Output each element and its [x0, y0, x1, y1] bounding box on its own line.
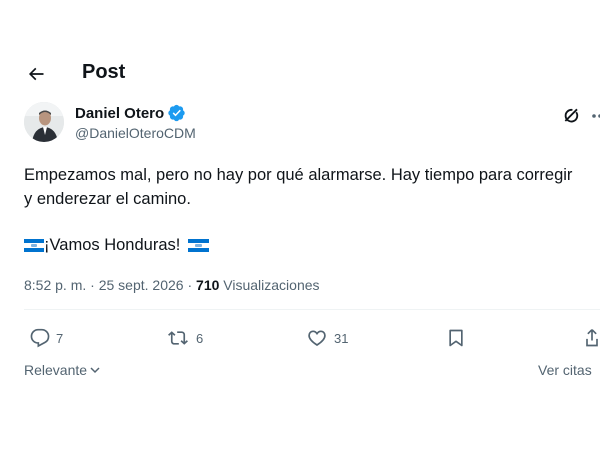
- post-text: Empezamos mal, pero no hay por qué alarm…: [24, 166, 573, 208]
- cheer-text: ¡Vamos Honduras!: [44, 236, 181, 254]
- page-title: Post: [82, 61, 126, 83]
- grok-button[interactable]: [560, 104, 584, 128]
- chevron-down-icon: [90, 367, 100, 374]
- reply-icon: [30, 328, 50, 348]
- views-count: 710: [196, 277, 220, 293]
- like-button[interactable]: 31: [306, 327, 348, 349]
- like-count: 31: [334, 330, 349, 346]
- bookmark-button[interactable]: [446, 327, 466, 349]
- back-button[interactable]: [22, 60, 50, 88]
- avatar-image: [24, 102, 64, 142]
- verified-badge-icon: [168, 104, 185, 122]
- repost-icon: [168, 331, 188, 345]
- divider: [24, 309, 600, 310]
- back-arrow-icon: [28, 67, 44, 81]
- more-icon: [592, 114, 600, 118]
- avatar[interactable]: [24, 102, 64, 142]
- honduras-flag-icon: [188, 238, 210, 252]
- view-quotes-link[interactable]: Ver citas: [538, 362, 592, 378]
- author-name-text: Daniel Otero: [75, 104, 165, 122]
- more-options-button[interactable]: [590, 104, 600, 128]
- sort-label: Relevante: [24, 362, 88, 378]
- post-time[interactable]: 8:52 p. m.: [24, 277, 86, 293]
- grok-icon: [564, 108, 579, 123]
- honduras-flag-icon: [24, 238, 44, 252]
- sort-dropdown[interactable]: Relevante: [24, 362, 101, 378]
- post-text-line: ¡Vamos Honduras!: [24, 233, 210, 257]
- repost-button[interactable]: 6: [166, 327, 203, 349]
- views-label: Visualizaciones: [223, 277, 320, 293]
- repost-count: 6: [196, 330, 204, 346]
- bookmark-icon: [449, 329, 463, 347]
- share-icon: [586, 329, 598, 347]
- meta-separator: ·: [90, 277, 95, 293]
- post-metadata: 8:52 p. m. · 25 sept. 2026 · 710 Visuali…: [24, 277, 320, 293]
- reply-count: 7: [56, 330, 64, 346]
- like-icon: [308, 330, 326, 346]
- author-name[interactable]: Daniel Otero: [75, 104, 186, 122]
- author-handle[interactable]: @DanielOteroCDM: [75, 125, 196, 141]
- reply-button[interactable]: 7: [30, 327, 63, 349]
- post-date[interactable]: 25 sept. 2026: [99, 277, 184, 293]
- meta-separator: ·: [187, 277, 193, 293]
- share-button[interactable]: [584, 327, 600, 349]
